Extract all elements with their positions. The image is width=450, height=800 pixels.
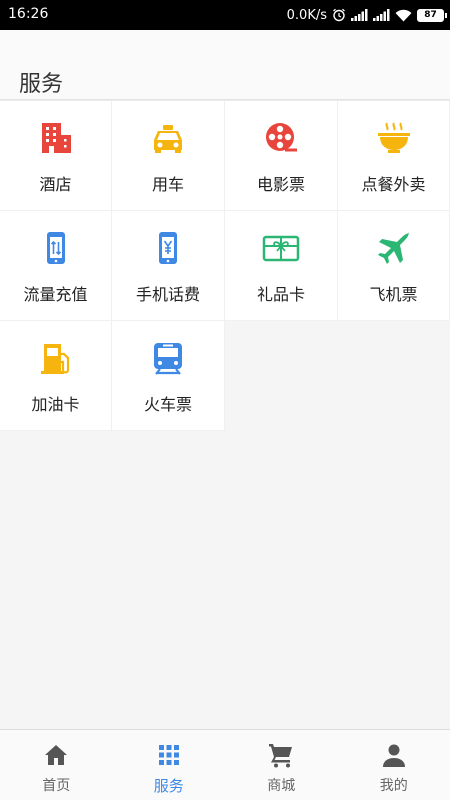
status-bar: 16:26 0.0K/s 87 — [0, 0, 450, 30]
service-food-delivery[interactable]: 点餐外卖 — [338, 101, 450, 211]
grid-icon — [156, 742, 182, 768]
service-label: 点餐外卖 — [361, 175, 426, 194]
signal-icon — [351, 9, 368, 21]
fuel-pump-icon — [37, 339, 75, 377]
service-movie-ticket[interactable]: 电影票 — [225, 101, 338, 211]
bottom-tab-bar: 首页 服务 商城 我的 — [0, 729, 450, 800]
tab-label: 商城 — [267, 778, 296, 794]
services-grid: 酒店 用车 电影票 点餐外卖 流量充值 手机话费 礼品卡 飞机票 加油卡 火车票 — [0, 101, 450, 431]
service-flight-ticket[interactable]: 飞机票 — [338, 211, 450, 321]
network-speed: 0.0K/s — [286, 7, 327, 23]
status-time: 16:26 — [8, 6, 49, 22]
tab-label: 服务 — [153, 777, 184, 795]
service-label: 手机话费 — [135, 285, 200, 304]
battery-icon: 87 — [417, 8, 447, 22]
tab-label: 首页 — [42, 778, 71, 794]
person-icon — [381, 742, 407, 768]
tab-home[interactable]: 首页 — [0, 730, 113, 800]
status-icons: 0.0K/s 87 — [286, 4, 447, 26]
service-label: 飞机票 — [369, 285, 418, 304]
service-label: 酒店 — [39, 175, 72, 194]
tab-mine[interactable]: 我的 — [338, 730, 450, 800]
service-phone-bill[interactable]: 手机话费 — [112, 211, 225, 321]
service-label: 火车票 — [143, 395, 192, 414]
service-label: 加油卡 — [31, 395, 80, 414]
alarm-icon — [332, 8, 346, 22]
tab-services[interactable]: 服务 — [113, 730, 226, 800]
header: 服务 — [0, 30, 450, 100]
airplane-icon — [375, 229, 413, 267]
service-label: 用车 — [151, 175, 184, 194]
service-label: 礼品卡 — [256, 285, 305, 304]
service-hotel[interactable]: 酒店 — [0, 101, 112, 211]
food-bowl-icon — [375, 119, 413, 157]
gift-card-icon — [262, 229, 300, 267]
service-train-ticket[interactable]: 火车票 — [112, 321, 225, 431]
service-label: 流量充值 — [23, 285, 88, 304]
service-data-recharge[interactable]: 流量充值 — [0, 211, 112, 321]
service-car[interactable]: 用车 — [112, 101, 225, 211]
service-label: 电影票 — [256, 175, 305, 194]
tab-mall[interactable]: 商城 — [225, 730, 338, 800]
data-recharge-icon — [37, 229, 75, 267]
service-fuel-card[interactable]: 加油卡 — [0, 321, 112, 431]
page-title: 服务 — [19, 72, 64, 97]
taxi-icon — [149, 119, 187, 157]
film-reel-icon — [262, 119, 300, 157]
service-gift-card[interactable]: 礼品卡 — [225, 211, 338, 321]
phone-bill-icon — [149, 229, 187, 267]
hotel-icon — [37, 119, 75, 157]
home-icon — [43, 742, 69, 768]
wifi-icon — [395, 9, 412, 22]
signal-icon — [373, 9, 390, 21]
tab-label: 我的 — [379, 778, 408, 794]
train-icon — [149, 339, 187, 377]
cart-icon — [268, 742, 294, 768]
